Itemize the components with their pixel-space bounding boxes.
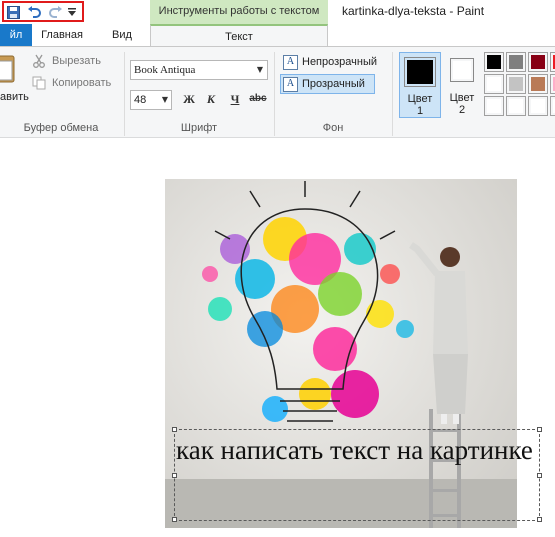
underline-button[interactable]: Ч xyxy=(226,90,244,108)
palette-swatch[interactable] xyxy=(484,52,504,72)
opaque-label: Непрозрачный xyxy=(302,56,378,68)
chevron-down-icon: ▼ xyxy=(256,65,263,74)
strikethrough-button[interactable]: abc xyxy=(248,90,268,108)
undo-icon[interactable] xyxy=(26,4,42,20)
palette-swatch[interactable] xyxy=(528,74,548,94)
copy-button[interactable]: Копировать xyxy=(52,77,111,89)
resize-handle[interactable] xyxy=(537,517,542,522)
divider xyxy=(124,52,125,136)
customize-qat-icon[interactable] xyxy=(66,4,78,20)
color1-button[interactable]: Цвет 1 xyxy=(399,52,441,118)
resize-handle[interactable] xyxy=(172,473,177,478)
redo-icon[interactable] xyxy=(47,4,63,20)
divider xyxy=(392,52,393,136)
chevron-down-icon: ▼ xyxy=(161,95,168,104)
quick-access-toolbar xyxy=(2,1,84,22)
font-family-select[interactable]: Book Antiqua ▼ xyxy=(130,60,268,80)
palette-swatch[interactable] xyxy=(484,96,504,116)
divider xyxy=(274,52,275,136)
palette-swatch[interactable] xyxy=(528,52,548,72)
palette-swatch[interactable] xyxy=(550,52,555,72)
clipboard-group-label: Буфер обмена xyxy=(23,122,99,134)
background-group-label: Фон xyxy=(322,122,344,134)
tab-file[interactable]: йл xyxy=(0,24,32,46)
font-group-label: Шрифт xyxy=(180,122,218,134)
transparent-option[interactable]: A Прозрачный xyxy=(280,74,375,94)
color2-button[interactable]: Цвет 2 xyxy=(442,52,484,118)
palette-bottom xyxy=(480,122,555,136)
resize-handle[interactable] xyxy=(537,473,542,478)
palette-swatch[interactable] xyxy=(506,74,526,94)
transparent-label: Прозрачный xyxy=(302,78,365,90)
paste-icon[interactable] xyxy=(0,54,16,84)
text-transparent-icon: A xyxy=(283,77,298,92)
color2-swatch xyxy=(450,58,474,82)
color2-label: Цвет xyxy=(449,92,475,104)
window-title: kartinka-dlya-teksta - Paint xyxy=(342,4,485,18)
text-opaque-icon: A xyxy=(283,55,298,70)
cut-button[interactable]: Вырезать xyxy=(52,55,101,67)
opaque-option[interactable]: A Непрозрачный xyxy=(280,52,386,72)
palette-swatch[interactable] xyxy=(528,96,548,116)
palette-swatch[interactable] xyxy=(550,96,555,116)
tab-home[interactable]: Главная xyxy=(36,24,88,46)
paste-button[interactable]: авить xyxy=(0,91,29,103)
color1-swatch xyxy=(404,57,436,87)
font-size-select[interactable]: 48 ▼ xyxy=(130,90,172,110)
palette-swatch[interactable] xyxy=(506,52,526,72)
font-size-value: 48 xyxy=(134,94,147,106)
copy-icon xyxy=(32,76,48,92)
color2-number: 2 xyxy=(458,104,466,116)
palette-swatch[interactable] xyxy=(506,96,526,116)
font-family-value: Book Antiqua xyxy=(134,64,196,76)
color1-number: 1 xyxy=(416,105,424,117)
color1-label: Цвет xyxy=(407,93,433,105)
bold-button[interactable]: Ж xyxy=(180,90,198,108)
scissors-icon xyxy=(32,54,48,70)
palette-swatch[interactable] xyxy=(484,74,504,94)
resize-handle[interactable] xyxy=(172,517,177,522)
palette-swatch[interactable] xyxy=(550,74,555,94)
tab-view[interactable]: Вид xyxy=(104,24,140,46)
ribbon-tabs: йл Главная Вид Текст xyxy=(0,24,555,47)
tab-text[interactable]: Текст xyxy=(150,24,328,47)
text-tools-context-tab: Инструменты работы с текстом xyxy=(150,0,328,24)
save-icon[interactable] xyxy=(5,4,21,20)
canvas-text[interactable]: как написать текст на картинке xyxy=(176,432,538,468)
italic-button[interactable]: К xyxy=(202,90,220,108)
